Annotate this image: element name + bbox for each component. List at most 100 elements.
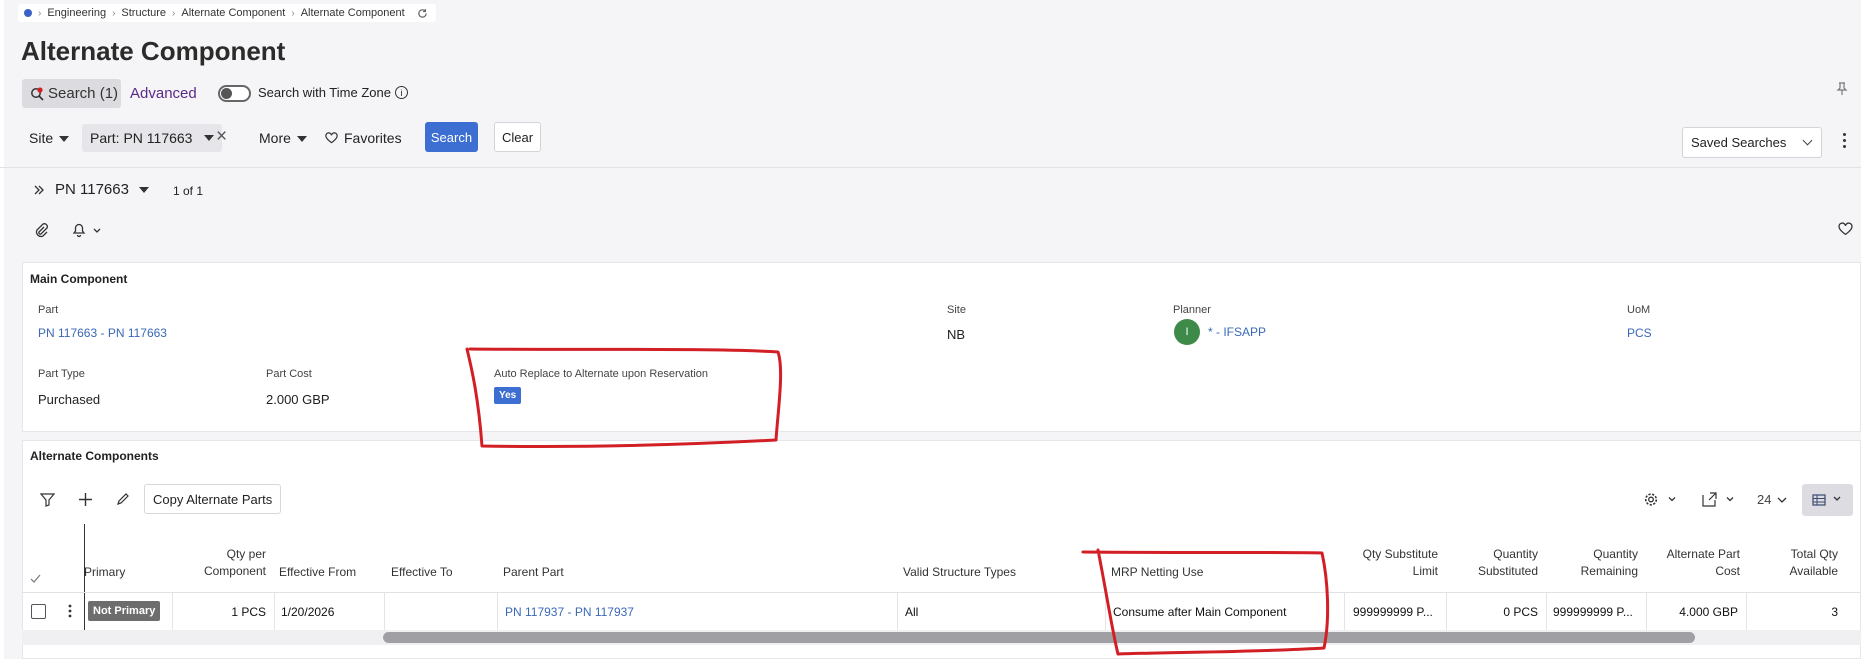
row-divider	[22, 592, 1861, 593]
cell-qty-remaining: 999999999 P...	[1553, 605, 1633, 619]
part-filter-label: Part: PN 117663	[90, 130, 193, 146]
col-qty-per-component[interactable]: Qty per Component	[180, 546, 266, 580]
notification-bell-icon[interactable]	[70, 222, 104, 241]
breadcrumb-item-engineering[interactable]: Engineering	[47, 7, 106, 19]
col-alternate-part-cost[interactable]: Alternate Part Cost	[1648, 546, 1740, 580]
col-mrp-netting-use[interactable]: MRP Netting Use	[1111, 564, 1203, 581]
col-valid-structure-types[interactable]: Valid Structure Types	[903, 564, 1016, 581]
export-icon[interactable]	[1702, 492, 1736, 510]
record-selector-label: PN 117663	[55, 181, 129, 198]
column-divider	[1446, 592, 1447, 631]
attachment-icon[interactable]	[33, 222, 49, 241]
part-link[interactable]: PN 117663 - PN 117663	[38, 326, 167, 340]
col-qty-remaining-line2: Remaining	[1580, 564, 1638, 578]
caret-down-icon	[204, 135, 215, 141]
auto-replace-field: Yes	[494, 387, 522, 404]
breadcrumb-item-current: Alternate Component	[300, 7, 405, 19]
pin-icon[interactable]	[1836, 82, 1848, 99]
col-quantity-substituted[interactable]: Quantity Substituted	[1450, 546, 1538, 580]
uom-label: UoM	[1627, 304, 1651, 316]
planner-label: Planner	[1173, 304, 1211, 316]
favorite-record-icon[interactable]	[1838, 222, 1853, 239]
record-selector[interactable]: PN 117663	[33, 181, 149, 198]
row-checkbox[interactable]	[31, 604, 46, 619]
advanced-link[interactable]: Advanced	[130, 85, 197, 102]
chevron-right-icon: ›	[291, 7, 295, 19]
search-tab-button[interactable]: Search (1)	[22, 79, 121, 108]
col-qty-substituted-line1: Quantity	[1493, 547, 1538, 561]
col-qty-substitute-limit[interactable]: Qty Substitute Limit	[1336, 546, 1438, 580]
col-qty-sub-limit-line1: Qty Substitute	[1362, 547, 1438, 561]
column-divider	[1746, 592, 1747, 631]
col-parent-part[interactable]: Parent Part	[503, 564, 564, 581]
cell-parent-part-link[interactable]: PN 117937 - PN 117937	[505, 605, 634, 619]
cell-qty-per: 1 PCS	[231, 605, 266, 619]
search-tab-label: Search (1)	[48, 85, 119, 102]
view-mode-selector[interactable]	[1802, 484, 1853, 516]
column-divider	[172, 592, 173, 631]
double-chevron-right-icon[interactable]	[33, 184, 45, 196]
page-size-selector[interactable]: 24	[1757, 492, 1787, 507]
caret-down-icon	[59, 136, 70, 143]
section-title: Main Component	[30, 272, 128, 286]
cell-qty-sub-limit: 999999999 P...	[1353, 605, 1433, 619]
remove-filter-icon[interactable]: ×	[216, 126, 227, 148]
edit-icon[interactable]	[116, 492, 130, 509]
saved-searches-label: Saved Searches	[1691, 135, 1787, 150]
favorites-button[interactable]: Favorites	[325, 130, 402, 146]
part-filter-chip[interactable]: Part: PN 117663	[82, 124, 223, 152]
table-view-icon	[1812, 494, 1841, 506]
col-alt-cost-line1: Alternate Part	[1666, 547, 1740, 561]
favorites-label: Favorites	[344, 130, 402, 146]
time-zone-label: Search with Time Zone i	[258, 85, 408, 100]
column-divider	[1546, 592, 1547, 631]
info-icon[interactable]: i	[394, 86, 408, 99]
page-title: Alternate Component	[21, 36, 286, 66]
uom-link[interactable]: PCS	[1627, 326, 1652, 340]
site-value: NB	[947, 327, 966, 342]
col-total-qty-line1: Total Qty	[1790, 547, 1838, 561]
record-count: 1 of 1	[173, 184, 204, 198]
more-filters[interactable]: More	[259, 130, 307, 146]
page-size-value: 24	[1757, 492, 1772, 507]
search-button[interactable]: Search	[425, 122, 478, 152]
col-total-qty-available[interactable]: Total Qty Available	[1752, 546, 1838, 580]
breadcrumb-item-structure[interactable]: Structure	[121, 7, 166, 19]
section-title: Alternate Components	[30, 449, 159, 463]
caret-down-icon	[296, 136, 307, 143]
col-primary[interactable]: Primary	[84, 564, 125, 581]
cell-valid-structure: All	[905, 605, 919, 619]
col-quantity-remaining[interactable]: Quantity Remaining	[1550, 546, 1638, 580]
part-cost-label: Part Cost	[266, 368, 312, 380]
caret-down-icon	[138, 186, 149, 193]
planner-link[interactable]: * - IFSAPP	[1208, 325, 1266, 339]
cell-alt-cost: 4.000 GBP	[1679, 605, 1738, 619]
more-filters-label: More	[259, 130, 291, 146]
home-icon[interactable]	[24, 9, 32, 17]
col-effective-to[interactable]: Effective To	[391, 564, 453, 581]
more-options-icon[interactable]	[1843, 133, 1847, 151]
select-all-checkmark[interactable]	[30, 572, 41, 586]
copy-alternate-parts-button[interactable]: Copy Alternate Parts	[144, 484, 282, 514]
divider	[0, 167, 1861, 168]
breadcrumb-item-alternate-component[interactable]: Alternate Component	[181, 7, 285, 19]
site-filter[interactable]: Site	[29, 130, 70, 146]
horizontal-scrollbar-thumb[interactable]	[383, 632, 1695, 643]
time-zone-toggle[interactable]	[218, 85, 251, 102]
add-icon[interactable]	[78, 492, 93, 510]
col-qty-per-line2: Component	[203, 564, 266, 578]
col-qty-substituted-line2: Substituted	[1477, 564, 1538, 578]
settings-icon[interactable]	[1644, 492, 1678, 510]
column-divider	[1646, 592, 1647, 631]
auto-replace-label: Auto Replace to Alternate upon Reservati…	[494, 368, 709, 380]
clear-button[interactable]: Clear	[494, 122, 541, 152]
col-qty-remaining-line1: Quantity	[1593, 547, 1638, 561]
chevron-right-icon: ›	[112, 7, 116, 19]
col-effective-from[interactable]: Effective From	[279, 564, 356, 581]
saved-searches-dropdown[interactable]: Saved Searches	[1682, 127, 1822, 158]
filter-icon[interactable]	[39, 493, 56, 510]
row-menu-icon[interactable]	[68, 604, 72, 621]
auto-replace-badge: Yes	[494, 387, 522, 404]
cell-total-qty: 3	[1831, 605, 1838, 619]
refresh-icon[interactable]	[417, 8, 428, 19]
